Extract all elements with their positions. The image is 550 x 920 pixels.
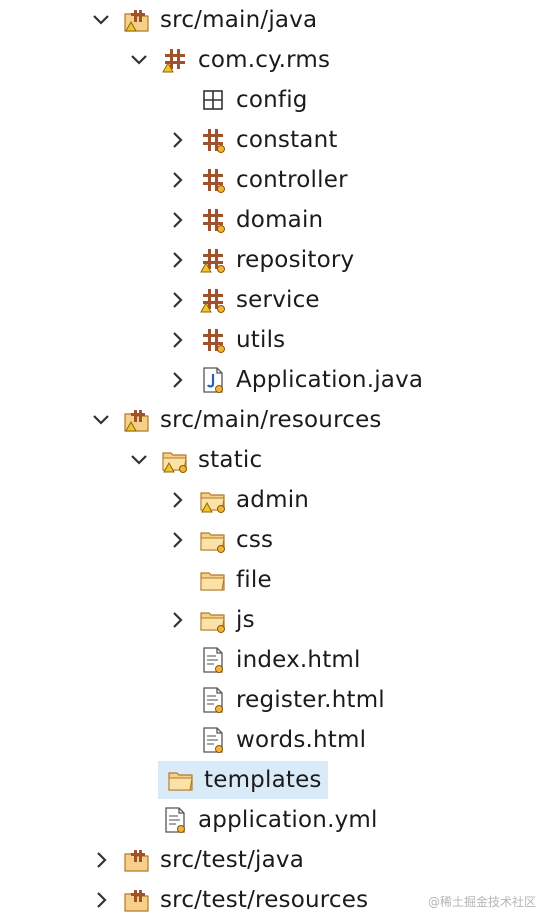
folder-icon — [198, 565, 228, 595]
tree-item-config[interactable]: config — [0, 80, 550, 120]
package-warning-icon — [160, 45, 190, 75]
html-file-icon — [198, 685, 228, 715]
folder-icon — [198, 605, 228, 635]
tree-item-label: admin — [236, 487, 310, 513]
tree-item-repository[interactable]: repository — [0, 240, 550, 280]
watermark: @稀土掘金技术社区 — [427, 895, 536, 909]
tree-item-application-java[interactable]: Application.java — [0, 360, 550, 400]
chevron-down-icon[interactable] — [90, 409, 112, 431]
tree-item-src-test-java[interactable]: src/test/java — [0, 840, 550, 880]
tree-item-words-html[interactable]: words.html — [0, 720, 550, 760]
tree-item-src-main-java[interactable]: src/main/java — [0, 0, 550, 40]
chevron-right-icon[interactable] — [166, 289, 188, 311]
tree-item-css[interactable]: css — [0, 520, 550, 560]
tree-item-label: application.yml — [198, 807, 378, 833]
package-warning-icon — [198, 285, 228, 315]
tree-item-index-html[interactable]: index.html — [0, 640, 550, 680]
tree-item-label: index.html — [236, 647, 361, 673]
chevron-right-icon[interactable] — [90, 849, 112, 871]
tree-item-label: register.html — [236, 687, 385, 713]
chevron-right-icon[interactable] — [166, 169, 188, 191]
source-folder-icon — [122, 885, 152, 915]
tree-item-templates[interactable]: templates — [0, 760, 550, 800]
tree-item-controller[interactable]: controller — [0, 160, 550, 200]
tree-item-register-html[interactable]: register.html — [0, 680, 550, 720]
folder-warning-icon — [160, 445, 190, 475]
chevron-right-icon[interactable] — [166, 529, 188, 551]
tree-item-label: css — [236, 527, 274, 553]
project-explorer-tree: src/main/java com.cy.rms config constant… — [0, 0, 550, 920]
tree-item-label: file — [236, 567, 272, 593]
tree-item-label: com.cy.rms — [198, 47, 331, 73]
tree-item-label: controller — [236, 167, 348, 193]
chevron-right-icon[interactable] — [166, 249, 188, 271]
folder-open-icon — [166, 765, 196, 795]
chevron-right-icon[interactable] — [166, 129, 188, 151]
tree-item-domain[interactable]: domain — [0, 200, 550, 240]
chevron-right-icon[interactable] — [90, 889, 112, 911]
source-folder-warning-icon — [122, 405, 152, 435]
folder-warning-icon — [198, 485, 228, 515]
tree-item-label: constant — [236, 127, 338, 153]
tree-item-label: static — [198, 447, 263, 473]
tree-item-file[interactable]: file — [0, 560, 550, 600]
selection-highlight: templates — [158, 761, 328, 799]
tree-item-service[interactable]: service — [0, 280, 550, 320]
tree-item-label: config — [236, 87, 308, 113]
chevron-right-icon[interactable] — [166, 329, 188, 351]
chevron-right-icon[interactable] — [166, 369, 188, 391]
tree-item-static[interactable]: static — [0, 440, 550, 480]
package-icon — [198, 205, 228, 235]
tree-item-label: service — [236, 287, 320, 313]
tree-item-label: js — [236, 607, 255, 633]
source-folder-icon — [122, 845, 152, 875]
text-file-icon — [160, 805, 190, 835]
tree-item-label: words.html — [236, 727, 367, 753]
package-warning-icon — [198, 245, 228, 275]
package-icon — [198, 165, 228, 195]
tree-item-application-yml[interactable]: application.yml — [0, 800, 550, 840]
chevron-right-icon[interactable] — [166, 209, 188, 231]
source-folder-warning-icon — [122, 5, 152, 35]
empty-package-icon — [198, 85, 228, 115]
chevron-right-icon[interactable] — [166, 489, 188, 511]
chevron-down-icon[interactable] — [128, 49, 150, 71]
tree-item-label: repository — [236, 247, 355, 273]
tree-item-label: utils — [236, 327, 286, 353]
tree-item-label: src/test/resources — [160, 887, 369, 913]
tree-item-src-main-resources[interactable]: src/main/resources — [0, 400, 550, 440]
tree-item-label: templates — [204, 767, 322, 793]
tree-item-label: domain — [236, 207, 324, 233]
html-file-icon — [198, 725, 228, 755]
tree-item-label: src/main/resources — [160, 407, 382, 433]
folder-icon — [198, 525, 228, 555]
tree-item-constant[interactable]: constant — [0, 120, 550, 160]
tree-item-label: src/main/java — [160, 7, 318, 33]
tree-item-utils[interactable]: utils — [0, 320, 550, 360]
html-file-icon — [198, 645, 228, 675]
tree-item-js[interactable]: js — [0, 600, 550, 640]
package-icon — [198, 125, 228, 155]
tree-item-label: src/test/java — [160, 847, 305, 873]
chevron-down-icon[interactable] — [90, 9, 112, 31]
tree-item-com-cy-rms[interactable]: com.cy.rms — [0, 40, 550, 80]
tree-item-label: Application.java — [236, 367, 424, 393]
package-icon — [198, 325, 228, 355]
tree-item-admin[interactable]: admin — [0, 480, 550, 520]
chevron-right-icon[interactable] — [166, 609, 188, 631]
java-file-icon — [198, 365, 228, 395]
chevron-down-icon[interactable] — [128, 449, 150, 471]
